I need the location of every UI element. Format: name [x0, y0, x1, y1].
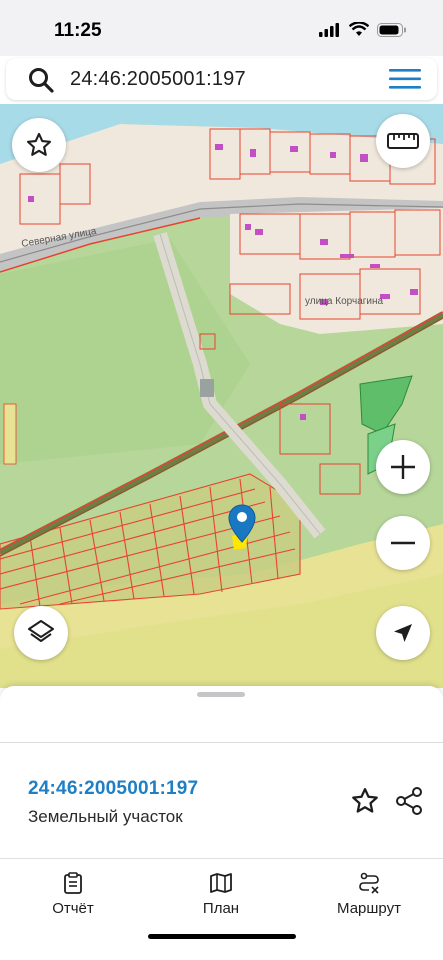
object-type-label: Земельный участок	[28, 807, 183, 826]
tab-report-label: Отчёт	[52, 900, 94, 917]
minus-icon	[391, 541, 415, 545]
layers-button[interactable]	[14, 606, 68, 660]
home-indicator[interactable]	[148, 934, 296, 939]
divider	[0, 742, 443, 743]
wifi-icon	[349, 22, 369, 36]
tab-route[interactable]: Маршрут	[314, 860, 424, 920]
status-time: 11:25	[54, 20, 102, 41]
search-input[interactable]: 24:46:2005001:197	[70, 68, 246, 91]
favorite-map-button[interactable]	[12, 118, 66, 172]
ruler-button[interactable]	[376, 114, 430, 168]
search-icon[interactable]	[28, 67, 54, 93]
tab-route-label: Маршрут	[337, 900, 401, 917]
divider	[0, 858, 443, 859]
map-icon	[210, 873, 232, 893]
ruler-icon	[387, 133, 419, 149]
star-outline-icon	[26, 132, 52, 156]
clipboard-icon	[64, 872, 82, 894]
plus-icon	[391, 455, 415, 479]
map-canvas[interactable]: Северная улица улица Корчагина	[0, 104, 443, 688]
layers-icon	[28, 620, 54, 642]
sheet-drag-handle[interactable]	[197, 692, 245, 697]
status-icons	[319, 22, 407, 37]
battery-icon	[377, 22, 406, 37]
status-bar: 11:25	[0, 0, 443, 56]
menu-icon[interactable]	[389, 68, 421, 90]
favorite-star-icon[interactable]	[350, 786, 380, 816]
my-location-button[interactable]	[376, 606, 430, 660]
tab-plan-label: План	[202, 900, 240, 917]
route-icon	[359, 872, 379, 894]
location-pin-icon[interactable]	[228, 504, 256, 544]
share-icon[interactable]	[394, 786, 424, 816]
zoom-out-button[interactable]	[376, 516, 430, 570]
navigation-arrow-icon	[394, 624, 412, 642]
search-bar[interactable]: 24:46:2005001:197	[6, 58, 437, 100]
cellular-signal-icon	[319, 22, 339, 37]
map-view[interactable]: Северная улица улица Корчагина	[0, 104, 443, 688]
zoom-in-button[interactable]	[376, 440, 430, 494]
cadastral-number[interactable]: 24:46:2005001:197	[28, 778, 198, 800]
tab-report[interactable]: Отчёт	[18, 860, 128, 920]
street-label-korchagina: улица Корчагина	[305, 296, 384, 307]
bottom-tab-bar: Отчёт План Маршрут	[0, 860, 443, 960]
tab-plan[interactable]: План	[166, 860, 276, 920]
info-sheet[interactable]: 24:46:2005001:197 Земельный участок Отчё…	[0, 686, 443, 960]
